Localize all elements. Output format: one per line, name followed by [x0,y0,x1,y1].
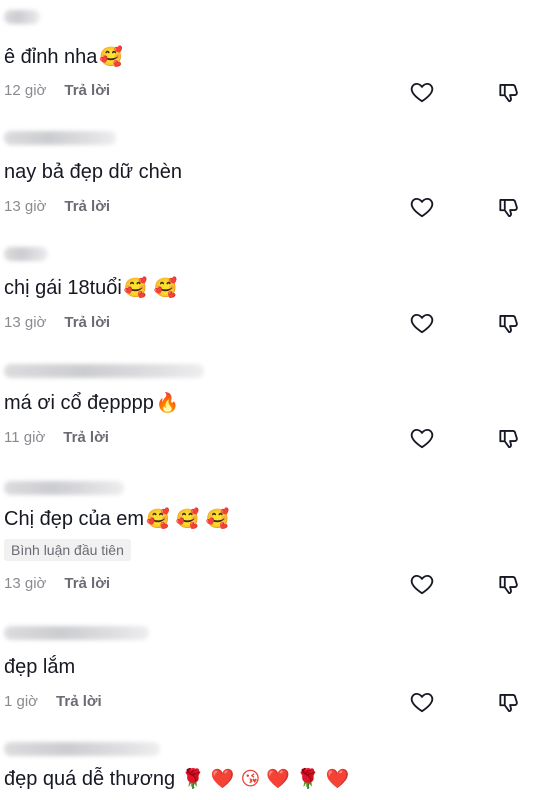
like-button[interactable] [407,423,437,453]
comment-time: 1 giờ [4,693,39,710]
heart-outline-icon [410,574,434,595]
heart-outline-icon [410,197,434,218]
dislike-button[interactable] [494,569,524,599]
like-button[interactable] [407,308,437,338]
comment-meta: 13 giờ Trả lời [4,197,110,217]
comment-time: 12 giờ [4,82,47,99]
comment-text: má ơi cổ đẹpppp 🔥 [4,392,180,414]
like-button[interactable] [407,687,437,717]
comment-text: chị gái 18tuổi 🥰 🥰 [4,277,178,299]
emoji: 🌹 ❤️ 😘 ❤️ 🌹 ❤️ [181,768,350,790]
thumbs-down-outline-icon [499,199,518,218]
first-comment-badge: Bình luận đầu tiên [4,539,131,561]
like-button[interactable] [407,192,437,222]
reply-button[interactable]: Trả lời [56,693,102,710]
username-blurred[interactable] [4,131,116,145]
thumbs-down-outline-icon [499,576,518,595]
dislike-button[interactable] [494,687,524,717]
thumbs-down-outline-icon [499,315,518,334]
thumbs-down-outline-icon [499,84,518,103]
comment-text: nay bả đẹp dữ chèn [4,161,182,183]
reply-button[interactable]: Trả lời [64,575,110,592]
comment-text: đẹp lắm [4,656,76,678]
dislike-button[interactable] [494,192,524,222]
heart-outline-icon [410,428,434,449]
username-blurred[interactable] [4,626,149,640]
heart-outline-icon [410,82,434,103]
comment-time: 11 giờ [4,429,46,446]
thumbs-down-outline-icon [499,430,518,449]
heart-outline-icon [410,692,434,713]
comment-text: Chị đẹp của em 🥰 🥰 🥰 [4,508,230,530]
thumbs-down-outline-icon [499,694,518,713]
emoji: 🥰 🥰 🥰 [146,508,230,530]
username-blurred[interactable] [4,247,48,261]
comment-meta: 13 giờ Trả lời [4,574,110,594]
username-blurred[interactable] [4,742,160,756]
comment-time: 13 giờ [4,314,47,331]
emoji: 🔥 [155,392,180,414]
heart-outline-icon [410,313,434,334]
like-button[interactable] [407,569,437,599]
comment-meta: 1 giờ Trả lời [4,692,102,712]
reply-button[interactable]: Trả lời [64,82,110,99]
dislike-button[interactable] [494,77,524,107]
comment-time: 13 giờ [4,198,47,215]
username-blurred[interactable] [4,10,40,24]
reply-button[interactable]: Trả lời [64,314,110,331]
reply-button[interactable]: Trả lời [63,429,109,446]
username-blurred[interactable] [4,364,204,378]
comment-text: đẹp quá dễ thương 🌹 ❤️ 😘 ❤️ 🌹 ❤️ [4,768,350,790]
comment-meta: 11 giờ Trả lời [4,428,109,448]
like-button[interactable] [407,77,437,107]
reply-button[interactable]: Trả lời [64,198,110,215]
comment-time: 13 giờ [4,575,47,592]
comment-text: ê đỉnh nha 🥰 [4,46,124,68]
dislike-button[interactable] [494,308,524,338]
emoji: 🥰 🥰 [123,277,178,299]
username-blurred[interactable] [4,481,124,495]
emoji: 🥰 [99,46,124,68]
comment-meta: 12 giờ Trả lời [4,81,110,101]
comment-meta: 13 giờ Trả lời [4,313,110,333]
dislike-button[interactable] [494,423,524,453]
